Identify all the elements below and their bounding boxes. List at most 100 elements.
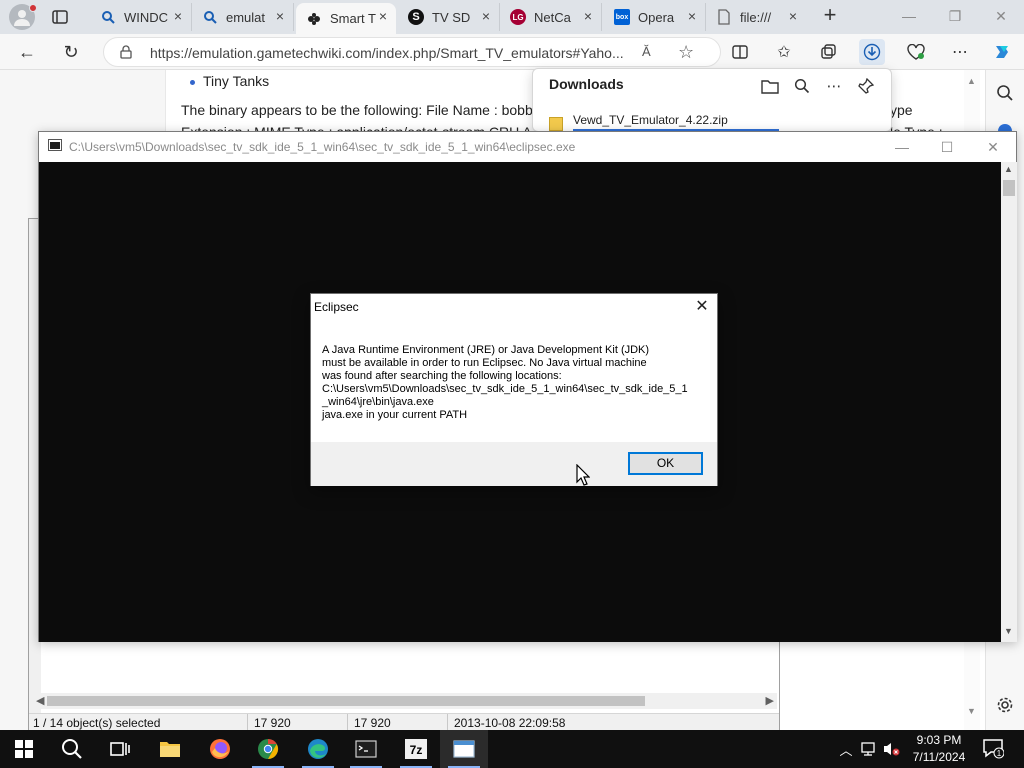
close-tab-icon[interactable]: × — [376, 9, 390, 23]
show-hidden-icons-button[interactable]: ︿ — [836, 730, 856, 768]
tab-netcast[interactable]: LG NetCa × — [500, 3, 602, 31]
taskbar-eclipsec[interactable] — [440, 730, 488, 768]
console-title-bar[interactable]: C:\Users\vm5\Downloads\sec_tv_sdk_ide_5_… — [39, 132, 1016, 162]
close-tab-icon[interactable]: × — [479, 9, 493, 23]
close-tab-icon[interactable]: × — [581, 9, 595, 23]
tab-opera[interactable]: box Opera × — [604, 3, 706, 31]
refresh-button[interactable]: ↻ — [58, 39, 84, 65]
7zip-icon: 7z — [405, 739, 427, 759]
chrome-icon — [258, 738, 279, 760]
console-close-button[interactable]: ✕ — [973, 136, 1013, 158]
dialog-title-bar[interactable]: Eclipsec ✕ — [311, 294, 717, 320]
bullet-icon — [190, 79, 195, 85]
back-button[interactable]: ← — [14, 39, 40, 65]
close-tab-icon[interactable]: × — [273, 9, 287, 23]
taskbar-clock[interactable]: 9:03 PM 7/11/2024 — [900, 732, 978, 766]
taskbar-console[interactable] — [342, 730, 390, 768]
close-tab-icon[interactable]: × — [786, 9, 800, 23]
copilot-button[interactable] — [989, 39, 1015, 65]
taskbar-firefox[interactable] — [196, 730, 244, 768]
browser-minimize-button[interactable]: — — [894, 4, 924, 28]
scroll-left-icon[interactable]: ◀ — [36, 694, 44, 707]
scroll-down-icon[interactable]: ▼ — [1004, 626, 1013, 636]
favorite-star-icon[interactable]: ☆ — [678, 42, 694, 63]
chevron-up-icon: ︿ — [839, 742, 853, 758]
taskbar-file-explorer[interactable] — [146, 730, 194, 768]
address-bar[interactable]: https://emulation.gametechwiki.com/index… — [103, 37, 721, 67]
console-minimize-button[interactable]: — — [882, 136, 922, 158]
open-downloads-folder-button[interactable] — [759, 75, 781, 97]
downloads-button[interactable] — [859, 39, 885, 65]
split-screen-icon — [732, 45, 748, 59]
tab-actions-button[interactable] — [48, 6, 72, 28]
downloads-more-button[interactable]: ⋯ — [823, 75, 845, 97]
scroll-up-icon[interactable]: ▲ — [1004, 164, 1013, 174]
read-aloud-icon[interactable]: Ă — [642, 44, 651, 59]
dialog-message: A Java Runtime Environment (JRE) or Java… — [322, 344, 708, 422]
download-item-name[interactable]: Vewd_TV_Emulator_4.22.zip — [573, 113, 728, 127]
file-list-horizontal-scrollbar[interactable]: ◀ ▶ — [33, 693, 777, 709]
browser-essentials-button[interactable] — [903, 39, 929, 65]
gear-icon — [997, 697, 1013, 713]
search-downloads-button[interactable] — [791, 75, 813, 97]
taskbar-chrome[interactable] — [244, 730, 292, 768]
console-maximize-button[interactable]: ☐ — [927, 136, 967, 158]
split-screen-button[interactable] — [727, 39, 753, 65]
sidebar-settings-button[interactable] — [996, 696, 1014, 717]
volume-status[interactable] — [880, 730, 902, 768]
dialog-title: Eclipsec — [314, 300, 359, 314]
tab-tv-sdk[interactable]: S TV SD × — [398, 3, 500, 31]
close-tab-icon[interactable]: × — [685, 9, 699, 23]
plus-icon: + — [823, 2, 837, 27]
profile-button[interactable] — [9, 4, 37, 30]
dialog-message-line: was found after searching the following … — [322, 370, 562, 382]
scrollbar-thumb[interactable] — [1003, 180, 1015, 196]
task-view-button[interactable] — [96, 730, 144, 768]
status-packed-size: 17 920 — [354, 716, 391, 730]
browser-close-button[interactable]: ✕ — [986, 4, 1016, 28]
sidebar-search-button[interactable] — [996, 84, 1014, 105]
scrollbar-thumb[interactable] — [47, 696, 645, 706]
lg-logo-icon: LG — [510, 9, 526, 25]
taskbar-search-button[interactable] — [48, 730, 96, 768]
downloads-flyout: Downloads ⋯ Vewd_TV_Emulator_4.22.zip — [532, 68, 892, 132]
network-status[interactable] — [858, 730, 880, 768]
favorites-button[interactable]: ✩ — [771, 39, 797, 65]
pin-downloads-button[interactable] — [855, 75, 877, 97]
maximize-icon: ☐ — [940, 139, 954, 155]
folder-icon — [761, 79, 779, 94]
dialog-message-line: A Java Runtime Environment (JRE) or Java… — [322, 344, 650, 356]
dialog-message-line: _win64\jre\bin\java.exe — [322, 396, 434, 408]
tab-smart-tv[interactable]: Smart T × — [296, 3, 396, 34]
settings-and-more-button[interactable]: ⋯ — [947, 39, 973, 65]
search-icon — [62, 739, 82, 759]
taskbar-edge[interactable] — [294, 730, 342, 768]
taskbar-7zip[interactable]: 7z — [392, 730, 440, 768]
close-tab-icon[interactable]: × — [171, 9, 185, 23]
gamepad-icon — [306, 11, 322, 27]
start-button[interactable] — [0, 730, 48, 768]
ok-button[interactable]: OK — [628, 452, 703, 475]
scroll-down-icon[interactable]: ▼ — [967, 706, 976, 716]
tab-emulat[interactable]: emulat × — [192, 3, 294, 31]
new-tab-button[interactable]: + — [818, 4, 842, 28]
downloads-title: Downloads — [549, 76, 624, 92]
close-icon: ✕ — [995, 8, 1007, 24]
tab-file[interactable]: file:/// × — [706, 3, 806, 31]
refresh-icon: ↻ — [63, 42, 79, 62]
paragraph-fragment: ype — [890, 102, 913, 118]
status-selected: 1 / 14 object(s) selected — [33, 716, 161, 730]
more-icon: ⋯ — [826, 78, 842, 95]
list-item-text: Tiny Tanks — [203, 73, 270, 89]
browser-restore-button[interactable]: ❐ — [940, 4, 970, 28]
scroll-right-icon[interactable]: ▶ — [766, 694, 774, 707]
notification-center-button[interactable]: 1 — [982, 737, 1005, 759]
dialog-close-button[interactable]: ✕ — [689, 296, 715, 318]
console-scrollbar[interactable]: ▲ ▼ — [1001, 162, 1017, 642]
minimize-icon: — — [902, 8, 916, 24]
collections-button[interactable] — [815, 39, 841, 65]
arrow-left-icon: ← — [18, 42, 36, 62]
tab-windc[interactable]: WINDC × — [90, 3, 192, 31]
scroll-up-icon[interactable]: ▲ — [967, 76, 976, 86]
file-icon — [716, 9, 732, 25]
